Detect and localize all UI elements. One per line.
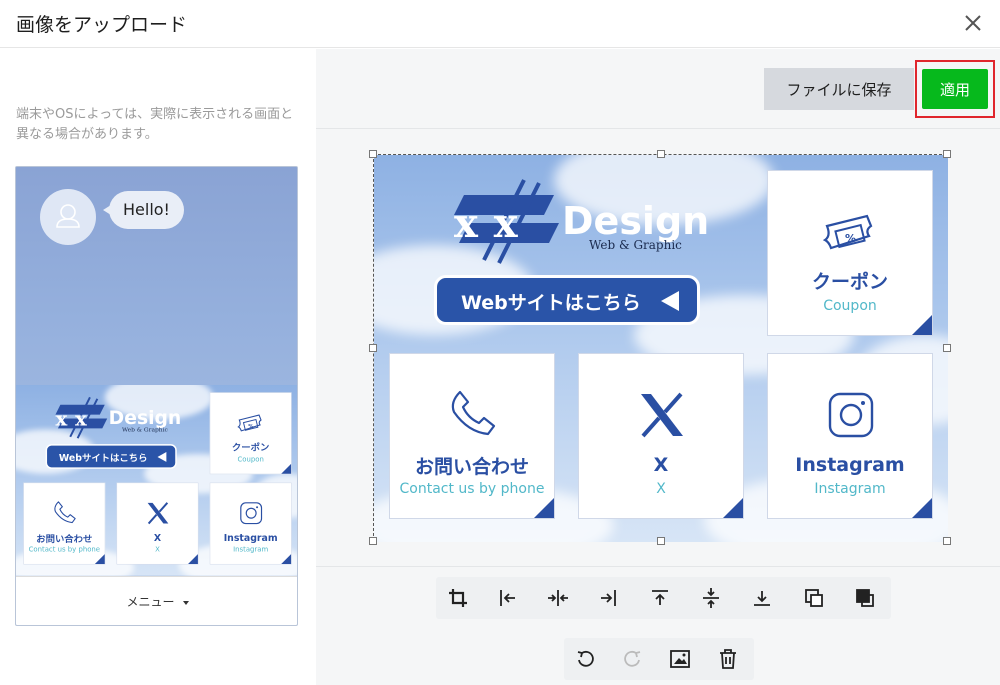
save-file-button[interactable]: ファイルに保存	[764, 68, 914, 110]
tile-corner	[534, 498, 554, 518]
resize-handle-tc[interactable]	[657, 150, 665, 158]
logo-tagline: Web & Graphic	[589, 238, 682, 252]
bring-forward-icon[interactable]	[802, 586, 826, 610]
align-bottom-icon[interactable]	[750, 586, 774, 610]
alignment-toolbar	[436, 577, 891, 619]
user-icon	[56, 204, 80, 228]
tile-title: Instagram	[795, 454, 905, 476]
resize-handle-mr[interactable]	[943, 344, 951, 352]
resize-handle-tl[interactable]	[369, 150, 377, 158]
tile-subtitle: X	[155, 545, 160, 554]
phone-icon	[451, 390, 496, 436]
apply-button[interactable]: 適用	[922, 69, 988, 109]
chat-bubble: Hello!	[103, 191, 184, 229]
align-center-vertical-icon[interactable]	[699, 586, 723, 610]
tile-corner	[912, 315, 932, 335]
delete-icon[interactable]	[716, 647, 740, 671]
rich-menu-image: x x Design Web & Graphic Webサイトはこちら % クー…	[374, 155, 948, 542]
avatar	[40, 189, 96, 245]
tile-x: X X	[578, 353, 744, 519]
align-right-icon[interactable]	[596, 586, 620, 610]
website-label: Webサイトはこちら	[461, 292, 641, 314]
align-left-icon[interactable]	[496, 586, 520, 610]
history-toolbar	[564, 638, 754, 680]
tile-corner	[723, 498, 743, 518]
tile-subtitle: Contact us by phone	[399, 481, 545, 497]
dialog-title: 画像をアップロード	[16, 14, 188, 36]
tile-title: X	[653, 454, 669, 476]
tile-corner	[188, 554, 198, 564]
menu-bar[interactable]: メニュー	[16, 576, 297, 625]
preview-note: 端末やOSによっては、実際に表示される画面と異なる場合があります。	[16, 107, 294, 142]
logo-mark: x x	[454, 200, 519, 247]
image-selection[interactable]: x x Design Web & Graphic Webサイトはこちら % クー…	[369, 150, 951, 545]
chevron-down-icon	[182, 600, 189, 605]
logo-tagline: Web & Graphic	[121, 425, 168, 433]
website-label: Webサイトはこちら	[58, 452, 148, 464]
tile-subtitle: X	[656, 481, 666, 497]
mini-rich-menu[interactable]: x x Design Web & Graphic Webサイトはこちら % クー…	[16, 385, 297, 576]
align-top-icon[interactable]	[648, 586, 672, 610]
undo-icon[interactable]	[574, 647, 598, 671]
tile-contact: お問い合わせ Contact us by phone	[389, 353, 555, 519]
tile-instagram: Instagram Instagram	[767, 353, 933, 519]
arrow-left-icon	[661, 291, 679, 311]
phone-preview: Hello! x x Design Web & Graphic Webサイトはこ…	[15, 166, 298, 626]
tile-subtitle: Instagram	[814, 481, 886, 497]
tile-title: お問い合わせ	[36, 533, 93, 545]
crop-icon[interactable]	[446, 586, 470, 610]
tile-instagram: Instagram Instagram	[209, 482, 292, 565]
tile-coupon: % クーポン Coupon	[767, 170, 933, 336]
tile-title: X	[153, 532, 162, 544]
phone-icon	[54, 501, 76, 524]
logo-brand: Design	[562, 199, 710, 243]
editor-pane: ファイルに保存 適用 x x Design Web & Graphic Webサ…	[316, 49, 1000, 685]
tile-subtitle: Instagram	[233, 545, 269, 554]
website-link-area: Webサイトはこちら	[434, 275, 700, 325]
dialog-header: 画像をアップロード	[0, 0, 1000, 48]
tile-subtitle: Coupon	[237, 455, 264, 464]
tile-contact: お問い合わせ Contact us by phone	[23, 482, 106, 565]
resize-handle-tr[interactable]	[943, 150, 951, 158]
menu-bar-label: メニュー	[126, 595, 175, 609]
tile-corner	[281, 463, 292, 474]
resize-handle-br[interactable]	[943, 537, 951, 545]
tile-title: お問い合わせ	[414, 456, 529, 478]
x-logo-icon	[147, 502, 169, 525]
tile-x: X X	[116, 482, 199, 565]
tile-corner	[94, 554, 105, 564]
x-logo-icon	[641, 392, 683, 438]
replace-image-icon[interactable]	[668, 647, 692, 671]
close-icon[interactable]	[960, 10, 986, 36]
website-link-area: Webサイトはこちら	[45, 444, 177, 469]
send-backward-icon[interactable]	[853, 586, 877, 610]
svg-text:%: %	[248, 424, 254, 430]
resize-handle-bc[interactable]	[657, 537, 665, 545]
tile-title: クーポン	[231, 442, 270, 454]
preview-pane: 端末やOSによっては、実際に表示される画面と異なる場合があります。 Hello!	[0, 49, 316, 685]
chat-area: Hello!	[16, 167, 297, 385]
rich-menu-image: x x Design Web & Graphic Webサイトはこちら % クー…	[16, 385, 297, 576]
tile-corner	[281, 554, 292, 564]
coupon-ticket-icon: %	[823, 214, 873, 250]
resize-handle-bl[interactable]	[369, 537, 377, 545]
tile-title: Instagram	[223, 532, 278, 544]
editor-toolbar: ファイルに保存 適用	[316, 49, 1000, 129]
tile-coupon: % クーポン Coupon	[209, 392, 292, 475]
tile-subtitle: Coupon	[823, 298, 877, 314]
arrow-left-icon	[157, 452, 167, 462]
svg-text:%: %	[845, 232, 856, 245]
coupon-ticket-icon: %	[237, 414, 262, 432]
logo-mark: x x	[55, 407, 88, 431]
canvas-area: x x Design Web & Graphic Webサイトはこちら % クー…	[316, 130, 1000, 567]
tile-subtitle: Contact us by phone	[28, 545, 101, 554]
align-center-horizontal-icon[interactable]	[546, 586, 570, 610]
tile-title: クーポン	[811, 271, 888, 293]
apply-highlight: 適用	[915, 60, 995, 118]
redo-icon[interactable]	[620, 647, 644, 671]
resize-handle-ml[interactable]	[369, 344, 377, 352]
instagram-icon	[828, 392, 874, 438]
tile-corner	[912, 498, 932, 518]
instagram-icon	[240, 502, 263, 525]
